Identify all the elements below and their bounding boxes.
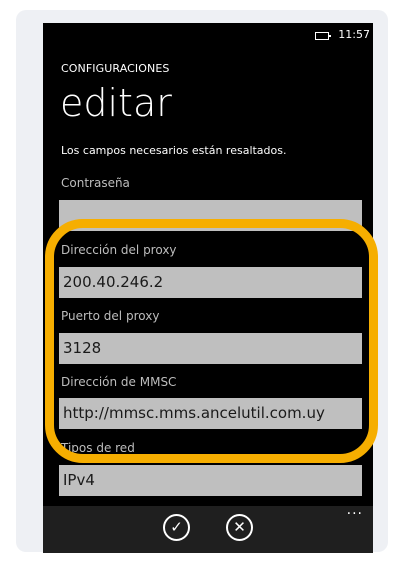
clock: 11:57: [338, 28, 370, 41]
app-bar: ✓ ✕ ···: [43, 506, 373, 553]
network-type-label: Tipos de red: [61, 441, 135, 455]
proxy-address-field[interactable]: 200.40.246.2: [59, 267, 362, 298]
cancel-button[interactable]: ✕: [226, 514, 253, 541]
more-options-button[interactable]: ···: [347, 506, 363, 522]
section-title: CONFIGURACIONES: [61, 62, 170, 75]
mmsc-address-field[interactable]: http://mmsc.mms.ancelutil.com.uy: [59, 398, 362, 429]
page-title: editar: [60, 81, 172, 125]
save-button[interactable]: ✓: [163, 514, 190, 541]
password-label: Contraseña: [61, 176, 130, 190]
mmsc-address-label: Dirección de MMSC: [61, 375, 177, 389]
proxy-address-label: Dirección del proxy: [61, 243, 177, 257]
phone-screen: 11:57 CONFIGURACIONES editar Los campos …: [43, 23, 373, 553]
close-icon: ✕: [233, 518, 246, 536]
proxy-port-field[interactable]: 3128: [59, 333, 362, 364]
password-field[interactable]: [59, 200, 362, 231]
check-icon: ✓: [170, 518, 183, 536]
proxy-port-label: Puerto del proxy: [61, 309, 160, 323]
required-fields-note: Los campos necesarios están resaltados.: [61, 144, 287, 157]
network-type-field[interactable]: IPv4: [59, 465, 362, 496]
battery-icon: [315, 32, 331, 40]
status-bar: 11:57: [43, 23, 373, 47]
